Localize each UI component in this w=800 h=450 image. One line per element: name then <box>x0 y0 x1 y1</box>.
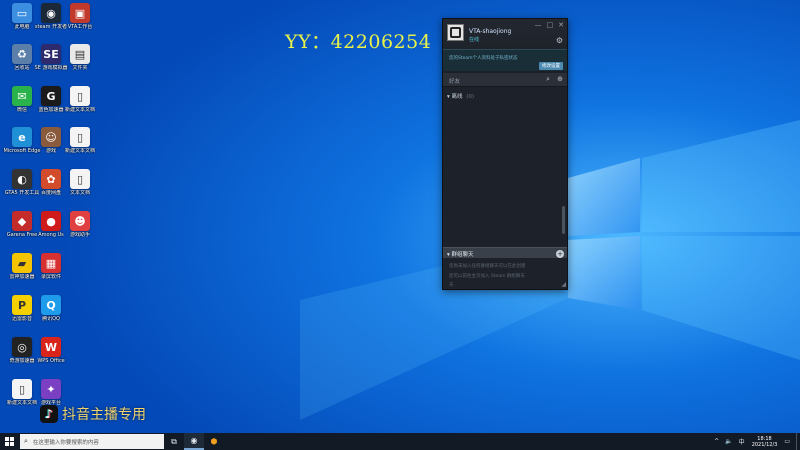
friends-search-bar[interactable]: 好友 ⌕ ⊕ <box>443 73 567 87</box>
desktop-app-icon: e <box>12 127 32 147</box>
desktop-app-icon: ☺ <box>41 127 61 147</box>
desktop-app-icon: ◐ <box>12 169 32 189</box>
offline-group-header[interactable]: ▾ 离线 (0) <box>447 92 474 100</box>
app-taskbar-icon[interactable]: ⬢ <box>204 433 224 450</box>
notification-icon[interactable]: ▭ <box>784 438 790 445</box>
clock-date: 2021/12/3 <box>751 441 778 448</box>
desktop-icon[interactable]: W WPS Office <box>31 337 71 377</box>
desktop-app-icon: ● <box>41 211 61 231</box>
desktop-app-icon: ▯ <box>70 169 90 189</box>
task-view-icon[interactable]: ⧉ <box>164 433 184 450</box>
desktop-app-icon: ▰ <box>12 253 32 273</box>
volume-icon[interactable]: 🔈 <box>725 438 732 445</box>
change-settings-button[interactable]: 修改设置 <box>539 62 563 70</box>
desktop-icon[interactable]: ▦ 录屏软件 <box>31 253 71 293</box>
douyin-watermark-text: 抖音主播专用 <box>62 407 146 423</box>
desktop-app-icon: ▯ <box>70 127 90 147</box>
privacy-notice-text: 您的Steam个人资料处于私密状态 <box>449 56 518 61</box>
offline-count: (0) <box>466 94 475 100</box>
desktop-icon-label: 腾讯QQ <box>42 316 60 322</box>
desktop-icon-label: 文件夹 <box>72 65 88 71</box>
desktop-wallpaper <box>0 0 800 433</box>
desktop-icon-label: 新建文本文档 <box>64 107 95 113</box>
desktop-icon[interactable]: ☻ 游戏助手 <box>60 211 100 251</box>
desktop-app-icon: Q <box>41 295 61 315</box>
desktop-icon[interactable]: ▯ 文本文档 <box>60 169 100 209</box>
avatar[interactable] <box>447 24 464 41</box>
desktop-app-icon: ✉ <box>12 86 32 106</box>
desktop-icon-label: WPS Office <box>37 358 65 364</box>
taskbar-search-placeholder: 在这里输入你要搜索的内容 <box>32 439 99 446</box>
steam-friends-header: — □ ✕ VTA-shaojiong 在线 ⚙ 您的Steam个人资料处于私密… <box>443 19 567 73</box>
friends-search-label: 好友 <box>449 79 461 85</box>
desktop-app-icon: SE <box>41 44 61 64</box>
chevron-down-icon: ▾ <box>447 94 450 100</box>
search-icon: ⌕ <box>24 437 28 445</box>
desktop-app-icon: ◉ <box>41 3 61 23</box>
group-chat-hint: 天 <box>449 283 454 288</box>
group-chats-body: 您尚未加入任何群组聊天可以在此创建 您可以前往主页加入 Steam 群组聊天 天 <box>443 258 567 288</box>
desktop-app-icon: P <box>12 295 32 315</box>
desktop-icon[interactable]: Q 腾讯QQ <box>31 295 71 335</box>
tray-overflow-icon[interactable]: ^ <box>714 438 719 445</box>
group-chat-hint: 您可以前往主页加入 Steam 群组聊天 <box>449 274 525 279</box>
desktop-app-icon: G <box>41 86 61 106</box>
desktop-icon-label: 新建文本文档 <box>64 148 95 154</box>
desktop-app-icon: W <box>41 337 61 357</box>
desktop-app-icon: ▣ <box>70 3 90 23</box>
group-chat-hint: 您尚未加入任何群组聊天可以在此创建 <box>449 264 526 269</box>
desktop-icon[interactable]: ▯ 新建文本文档 <box>60 86 100 126</box>
desktop-app-icon: ◎ <box>12 337 32 357</box>
start-button[interactable] <box>0 433 18 450</box>
desktop-icon-label: VTA工作台 <box>67 24 93 30</box>
windows-logo-icon <box>4 437 14 446</box>
desktop-app-icon: ✦ <box>41 379 61 399</box>
group-chats-header[interactable]: ▾ 群组聊天 + <box>443 247 567 258</box>
desktop-icon-label: 游戏助手 <box>69 232 90 238</box>
input-method-icon[interactable]: 中 <box>739 437 745 446</box>
desktop-app-icon: ♻ <box>12 44 32 64</box>
taskbar-search-input[interactable]: ⌕ 在这里输入你要搜索的内容 <box>20 434 164 449</box>
window-controls: — □ ✕ <box>535 21 565 29</box>
search-icon[interactable]: ⌕ <box>546 75 550 84</box>
maximize-button[interactable]: □ <box>547 21 554 29</box>
system-tray: ^ 🔈 中 18:18 2021/12/3 ▭ <box>711 433 800 450</box>
desktop-app-icon: ▯ <box>70 86 90 106</box>
clock[interactable]: 18:18 2021/12/3 <box>752 436 778 448</box>
group-chats-label: ▾ 群组聊天 <box>447 252 474 258</box>
desktop-app-icon: ▦ <box>41 253 61 273</box>
desktop-icon[interactable]: ▣ VTA工作台 <box>60 3 100 43</box>
close-button[interactable]: ✕ <box>558 21 564 29</box>
offline-group-label: 离线 <box>451 94 463 100</box>
show-desktop-button[interactable] <box>796 433 800 450</box>
add-group-chat-button[interactable]: + <box>556 249 564 258</box>
desktop-app-icon: ☻ <box>70 211 90 231</box>
gear-icon[interactable]: ⚙ <box>556 36 563 45</box>
scrollbar[interactable] <box>562 206 565 234</box>
yy-watermark: YY：42206254 <box>285 31 432 53</box>
steam-username[interactable]: VTA-shaojiong <box>469 28 511 35</box>
desktop-icon[interactable]: ▯ 新建文本文档 <box>60 127 100 167</box>
steam-friends-window[interactable]: — □ ✕ VTA-shaojiong 在线 ⚙ 您的Steam个人资料处于私密… <box>442 18 568 290</box>
desktop-app-icon: ▭ <box>12 3 32 23</box>
minimize-button[interactable]: — <box>535 21 542 29</box>
privacy-notice-banner: 您的Steam个人资料处于私密状态 修改设置 <box>443 49 567 71</box>
desktop-app-icon: ▤ <box>70 44 90 64</box>
resize-grip-icon[interactable]: ◢ <box>561 281 566 288</box>
desktop-app-icon: ▯ <box>12 379 32 399</box>
taskbar: ⌕ 在这里输入你要搜索的内容 ⧉ ◉ ⬢ ^ 🔈 中 18:18 2021/12… <box>0 433 800 450</box>
friends-list: ▾ 离线 (0) <box>443 87 567 247</box>
desktop-app-icon: ◆ <box>12 211 32 231</box>
desktop-icon-label: 文本文档 <box>69 190 90 196</box>
desktop-icon[interactable]: ▤ 文件夹 <box>60 44 100 84</box>
add-friend-icon[interactable]: ⊕ <box>557 75 563 83</box>
desktop-app-icon: ✿ <box>41 169 61 189</box>
status-text[interactable]: 在线 <box>469 36 479 43</box>
steam-taskbar-icon[interactable]: ◉ <box>184 433 204 450</box>
douyin-watermark: ♪ 抖音主播专用 <box>40 404 146 424</box>
douyin-logo-icon: ♪ <box>40 405 58 423</box>
desktop-icon-label: 录屏软件 <box>40 274 61 280</box>
